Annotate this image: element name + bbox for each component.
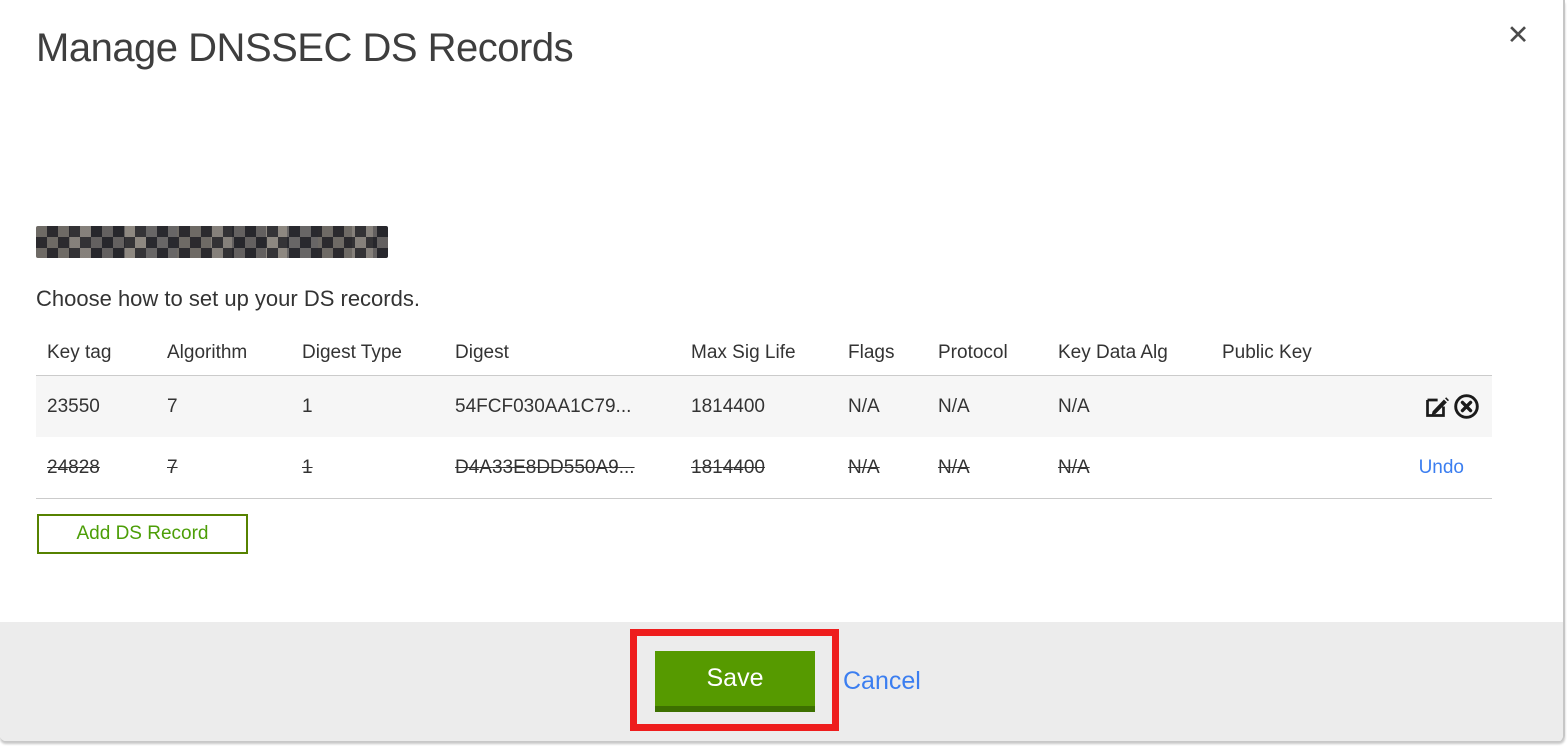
row-actions: Undo [1386, 457, 1492, 479]
column-header-algorithm: Algorithm [167, 341, 248, 363]
ds-records-table: Key tag Algorithm Digest Type Digest Max… [36, 330, 1492, 499]
delete-icon[interactable] [1453, 393, 1480, 420]
dnssec-modal: Manage DNSSEC DS Records ✕ Choose how to… [0, 0, 1565, 741]
column-header-key-tag: Key tag [47, 341, 112, 363]
cancel-link[interactable]: Cancel [843, 667, 921, 696]
cell-key-tag: 23550 [47, 395, 100, 417]
table-row: 23550 7 1 54FCF030AA1C79... 1814400 N/A … [36, 375, 1492, 437]
edit-icon[interactable] [1423, 393, 1450, 420]
cell-digest: 54FCF030AA1C79... [455, 395, 632, 417]
cell-digest-type: 1 [302, 395, 313, 417]
save-button[interactable]: Save [655, 651, 815, 712]
cell-max-sig-life: 1814400 [691, 395, 765, 417]
cell-algorithm: 7 [167, 395, 178, 417]
column-header-digest-type: Digest Type [302, 341, 402, 363]
domain-name-redacted [36, 226, 388, 258]
column-header-key-data-alg: Key Data Alg [1058, 341, 1168, 363]
cell-digest: D4A33E8DD550A9... [455, 456, 635, 478]
cell-algorithm: 7 [167, 456, 178, 478]
cell-protocol: N/A [938, 395, 970, 417]
close-icon[interactable]: ✕ [1501, 18, 1535, 52]
cell-flags: N/A [848, 395, 880, 417]
table-header-row: Key tag Algorithm Digest Type Digest Max… [36, 330, 1492, 375]
column-header-digest: Digest [455, 341, 509, 363]
column-header-max-sig-life: Max Sig Life [691, 341, 796, 363]
cell-flags: N/A [848, 456, 880, 478]
column-header-public-key: Public Key [1222, 341, 1312, 363]
cell-protocol: N/A [938, 456, 970, 478]
cell-max-sig-life: 1814400 [691, 456, 765, 478]
page-title: Manage DNSSEC DS Records [36, 26, 574, 70]
row-actions [1386, 393, 1492, 420]
undo-link[interactable]: Undo [1419, 457, 1480, 479]
column-header-protocol: Protocol [938, 341, 1008, 363]
cell-key-data-alg: N/A [1058, 456, 1090, 478]
cell-digest-type: 1 [302, 456, 313, 478]
column-header-flags: Flags [848, 341, 895, 363]
add-ds-record-button[interactable]: Add DS Record [37, 514, 248, 554]
cell-key-data-alg: N/A [1058, 395, 1090, 417]
table-row-deleted: 24828 7 1 D4A33E8DD550A9... 1814400 N/A … [36, 437, 1492, 499]
cell-key-tag: 24828 [47, 456, 100, 478]
modal-footer: Save Cancel [0, 622, 1563, 741]
instruction-text: Choose how to set up your DS records. [36, 286, 420, 311]
